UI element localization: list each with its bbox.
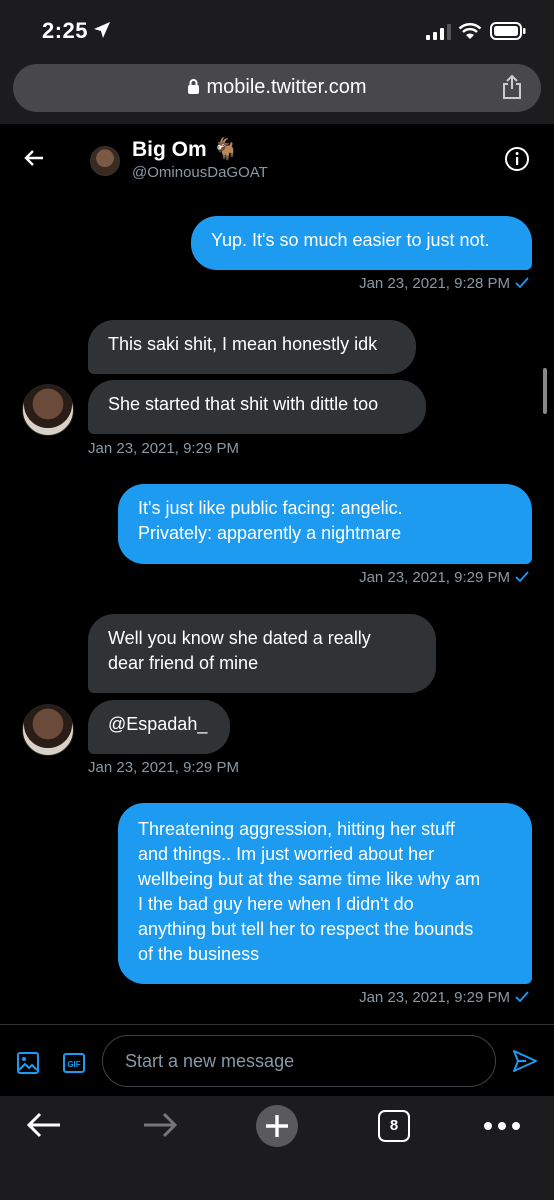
svg-text:GIF: GIF bbox=[67, 1060, 80, 1069]
message-timestamp: Jan 23, 2021, 9:29 PM bbox=[88, 440, 239, 457]
checkmark-icon bbox=[515, 991, 529, 1003]
message-composer: GIF bbox=[0, 1024, 554, 1097]
cellular-signal-icon bbox=[426, 24, 451, 40]
header-avatar[interactable] bbox=[90, 146, 120, 176]
status-bar: 2:25 bbox=[0, 0, 554, 62]
message-input[interactable] bbox=[103, 1036, 495, 1086]
contact-handle: @OminousDaGOAT bbox=[132, 164, 268, 181]
contact-name[interactable]: Big Om 🐐 bbox=[132, 138, 239, 162]
image-icon[interactable] bbox=[16, 1051, 40, 1075]
checkmark-icon bbox=[515, 571, 529, 583]
checkmark-icon bbox=[515, 277, 529, 289]
info-icon[interactable] bbox=[504, 146, 530, 172]
battery-icon bbox=[490, 22, 526, 40]
message-input-wrapper bbox=[102, 1035, 496, 1087]
more-menu-icon[interactable] bbox=[482, 1120, 522, 1132]
scrollbar[interactable] bbox=[543, 368, 547, 414]
message-timestamp: Jan 23, 2021, 9:28 PM bbox=[359, 275, 530, 292]
address-bar[interactable]: mobile.twitter.com bbox=[13, 64, 541, 112]
lock-icon bbox=[188, 79, 200, 94]
sender-avatar[interactable] bbox=[22, 384, 74, 436]
browser-toolbar: 8 bbox=[0, 1096, 554, 1200]
message-bubble-sent[interactable]: Yup. It's so much easier to just not. bbox=[191, 216, 532, 270]
browser-chrome: 2:25 mobile.twitter.com bbox=[0, 0, 554, 124]
message-bubble-received[interactable]: @Espadah_ bbox=[88, 700, 230, 754]
status-time: 2:25 bbox=[42, 18, 89, 43]
conversation-header: Big Om 🐐 @OminousDaGOAT bbox=[0, 124, 554, 194]
message-bubble-received[interactable]: Well you know she dated a really dear fr… bbox=[88, 614, 436, 693]
send-icon[interactable] bbox=[512, 1049, 538, 1073]
message-timestamp: Jan 23, 2021, 9:29 PM bbox=[359, 569, 530, 586]
message-bubble-sent[interactable]: It's just like public facing: angelic. P… bbox=[118, 484, 532, 564]
sender-avatar[interactable] bbox=[22, 704, 74, 756]
gif-icon[interactable]: GIF bbox=[62, 1051, 86, 1075]
location-arrow-icon bbox=[94, 22, 110, 38]
message-timestamp: Jan 23, 2021, 9:29 PM bbox=[359, 989, 530, 1006]
share-icon[interactable] bbox=[501, 74, 523, 100]
message-bubble-received[interactable]: She started that shit with dittle too bbox=[88, 380, 426, 434]
new-tab-plus-icon[interactable] bbox=[255, 1104, 299, 1148]
message-timestamp: Jan 23, 2021, 9:29 PM bbox=[88, 759, 239, 776]
tab-switcher-button[interactable]: 8 bbox=[378, 1110, 410, 1142]
message-bubble-received[interactable]: This saki shit, I mean honestly idk bbox=[88, 320, 416, 374]
url-text: mobile.twitter.com bbox=[206, 76, 367, 98]
message-bubble-sent[interactable]: Threatening aggression, hitting her stuf… bbox=[118, 803, 532, 984]
browser-back-icon[interactable] bbox=[24, 1110, 64, 1140]
wifi-icon bbox=[458, 22, 482, 39]
back-arrow-icon[interactable] bbox=[22, 146, 46, 170]
browser-forward-icon[interactable] bbox=[140, 1110, 180, 1140]
tab-count: 8 bbox=[389, 1117, 399, 1134]
